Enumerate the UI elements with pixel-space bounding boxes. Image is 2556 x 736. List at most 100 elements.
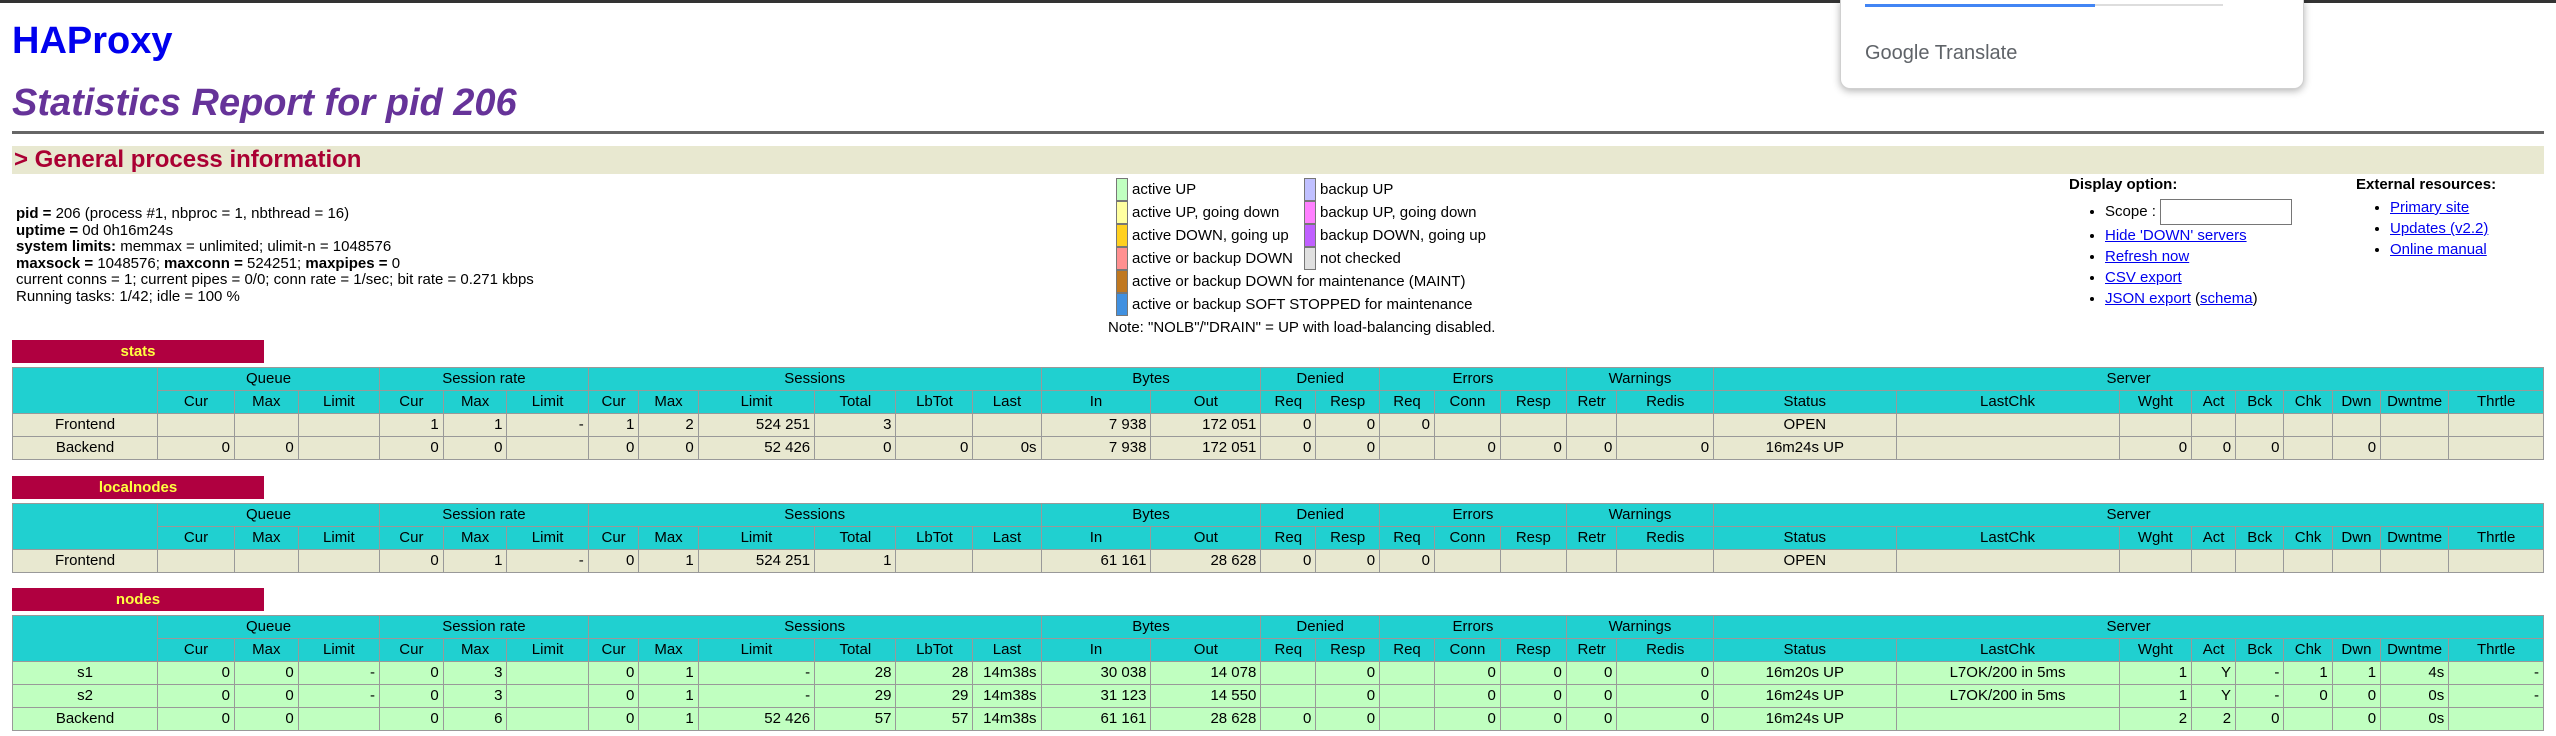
table-cell: 0	[2331, 707, 2382, 731]
online-manual-link[interactable]: Online manual	[2390, 241, 2487, 258]
schema-link[interactable]: schema	[2200, 290, 2253, 307]
external-resources: External resources: Primary site Updates…	[2356, 176, 2496, 260]
header-col-req: Req	[1260, 390, 1317, 414]
header-col-retr: Retr	[1565, 638, 1618, 662]
header-col-wght: Wght	[2118, 638, 2193, 662]
table-cell: 29	[895, 684, 974, 708]
header-group-queue: Queue	[157, 503, 381, 527]
header-col-thrtle: Thrtle	[2448, 638, 2544, 662]
header-col-cur: Cur	[157, 390, 235, 414]
table-cell: 1	[587, 413, 640, 437]
table-cell: 0	[1315, 661, 1381, 685]
header-col-req: Req	[1260, 638, 1317, 662]
table-cell	[2191, 549, 2237, 573]
header-col-max: Max	[442, 638, 508, 662]
table-cell: 14m38s	[972, 684, 1042, 708]
table-cell: 0	[1499, 661, 1567, 685]
header-col-limit: Limit	[297, 390, 381, 414]
legend-backup: backup UP backup UP, going down backup DOW…	[1304, 178, 1486, 270]
table-cell: 0	[1565, 661, 1618, 685]
table-cell	[1260, 661, 1317, 685]
primary-site-link[interactable]: Primary site	[2390, 199, 2469, 216]
table-cell: -	[506, 413, 589, 437]
google-translate-popup[interactable]: Google Translate	[1840, 0, 2304, 89]
header-col-last: Last	[972, 638, 1042, 662]
table-cell: 28	[814, 661, 897, 685]
table-cell	[2235, 413, 2285, 437]
scope-input[interactable]	[2159, 199, 2292, 225]
header-group-session-rate: Session rate	[379, 367, 589, 391]
table-cell: 0	[233, 684, 299, 708]
table-cell	[2331, 549, 2382, 573]
table-cell: 1	[814, 549, 897, 573]
updates-link[interactable]: Updates (v2.2)	[2390, 220, 2488, 237]
header-col-req: Req	[1379, 526, 1435, 550]
table-cell: 0s	[2380, 684, 2450, 708]
maxpipes-value: 0	[391, 254, 401, 272]
table-cell	[2283, 549, 2333, 573]
table-cell	[233, 413, 299, 437]
translate-tab-inactive[interactable]	[2095, 4, 2223, 6]
table-cell: 61 161	[1040, 549, 1152, 573]
legend-swatch	[1116, 201, 1128, 224]
table-cell	[1616, 549, 1715, 573]
header-col-limit: Limit	[697, 390, 816, 414]
table-cell: 0	[1260, 436, 1317, 460]
header-col-max: Max	[442, 526, 508, 550]
header-group-queue: Queue	[157, 615, 381, 639]
table-cell	[1260, 684, 1317, 708]
table-cell	[157, 549, 235, 573]
translate-tab-active[interactable]	[1865, 4, 2095, 7]
header-group-bytes: Bytes	[1040, 367, 1262, 391]
table-cell: -	[506, 549, 589, 573]
scope-label: Scope :	[2105, 202, 2156, 220]
table-cell	[1499, 413, 1567, 437]
table-cell: -	[297, 684, 381, 708]
stats-table-stats: Queue Session rate Sessions Bytes Denied Erro…	[11, 367, 2544, 460]
hide-down-servers-link[interactable]: Hide 'DOWN' servers	[2105, 227, 2247, 244]
header-col-req: Req	[1379, 390, 1435, 414]
table-cell: 0	[814, 436, 897, 460]
table-cell: 52 426	[697, 436, 816, 460]
current-conns-line: current conns = 1; current pipes = 0/0; …	[16, 271, 534, 288]
table-cell: 3	[814, 413, 897, 437]
table-cell: 0	[1616, 707, 1715, 731]
header-col-cur: Cur	[587, 638, 640, 662]
table-cell: 0	[1433, 661, 1501, 685]
table-cell	[233, 549, 299, 573]
header-col-dwn: Dwn	[2331, 390, 2382, 414]
refresh-now-link[interactable]: Refresh now	[2105, 248, 2189, 265]
header-col-wght: Wght	[2118, 390, 2193, 414]
table-cell	[2380, 413, 2450, 437]
table-cell	[1895, 549, 2120, 573]
header-col-lastchk: LastChk	[1895, 526, 2120, 550]
header-group-session-rate: Session rate	[379, 503, 589, 527]
table-cell: 0	[1315, 684, 1381, 708]
process-info: pid = 206 (process #1, nbproc = 1, nbthr…	[16, 205, 534, 305]
json-export-link[interactable]: JSON export	[2105, 290, 2191, 307]
header-group-sessions: Sessions	[587, 503, 1042, 527]
header-group-server: Server	[1713, 503, 2544, 527]
legend-label: active or backup DOWN	[1132, 250, 1293, 267]
legend-swatch	[1116, 247, 1128, 270]
table-cell: 57	[814, 707, 897, 731]
table-cell: 1	[638, 661, 699, 685]
header-col-dwn: Dwn	[2331, 526, 2382, 550]
table-cell	[2283, 707, 2333, 731]
table-cell: 0	[1616, 684, 1715, 708]
table-cell	[1895, 436, 2120, 460]
system-limits-value: memmax = unlimited; ulimit-n = 1048576	[116, 238, 392, 255]
table-cell: 0	[2331, 436, 2382, 460]
header-col-resp: Resp	[1315, 526, 1381, 550]
stats-table-nodes: Queue Session rate Sessions Bytes Denied Erro…	[11, 615, 2544, 731]
header-col-retr: Retr	[1565, 526, 1618, 550]
table-cell: 14 078	[1150, 661, 1262, 685]
table-cell: 61 161	[1040, 707, 1152, 731]
csv-export-link[interactable]: CSV export	[2105, 269, 2182, 286]
table-cell: 524 251	[697, 413, 816, 437]
header-group-bytes: Bytes	[1040, 503, 1262, 527]
header-col-limit: Limit	[297, 526, 381, 550]
table-cell	[972, 549, 1042, 573]
table-cell: -	[697, 661, 816, 685]
header-col-bck: Bck	[2235, 638, 2285, 662]
